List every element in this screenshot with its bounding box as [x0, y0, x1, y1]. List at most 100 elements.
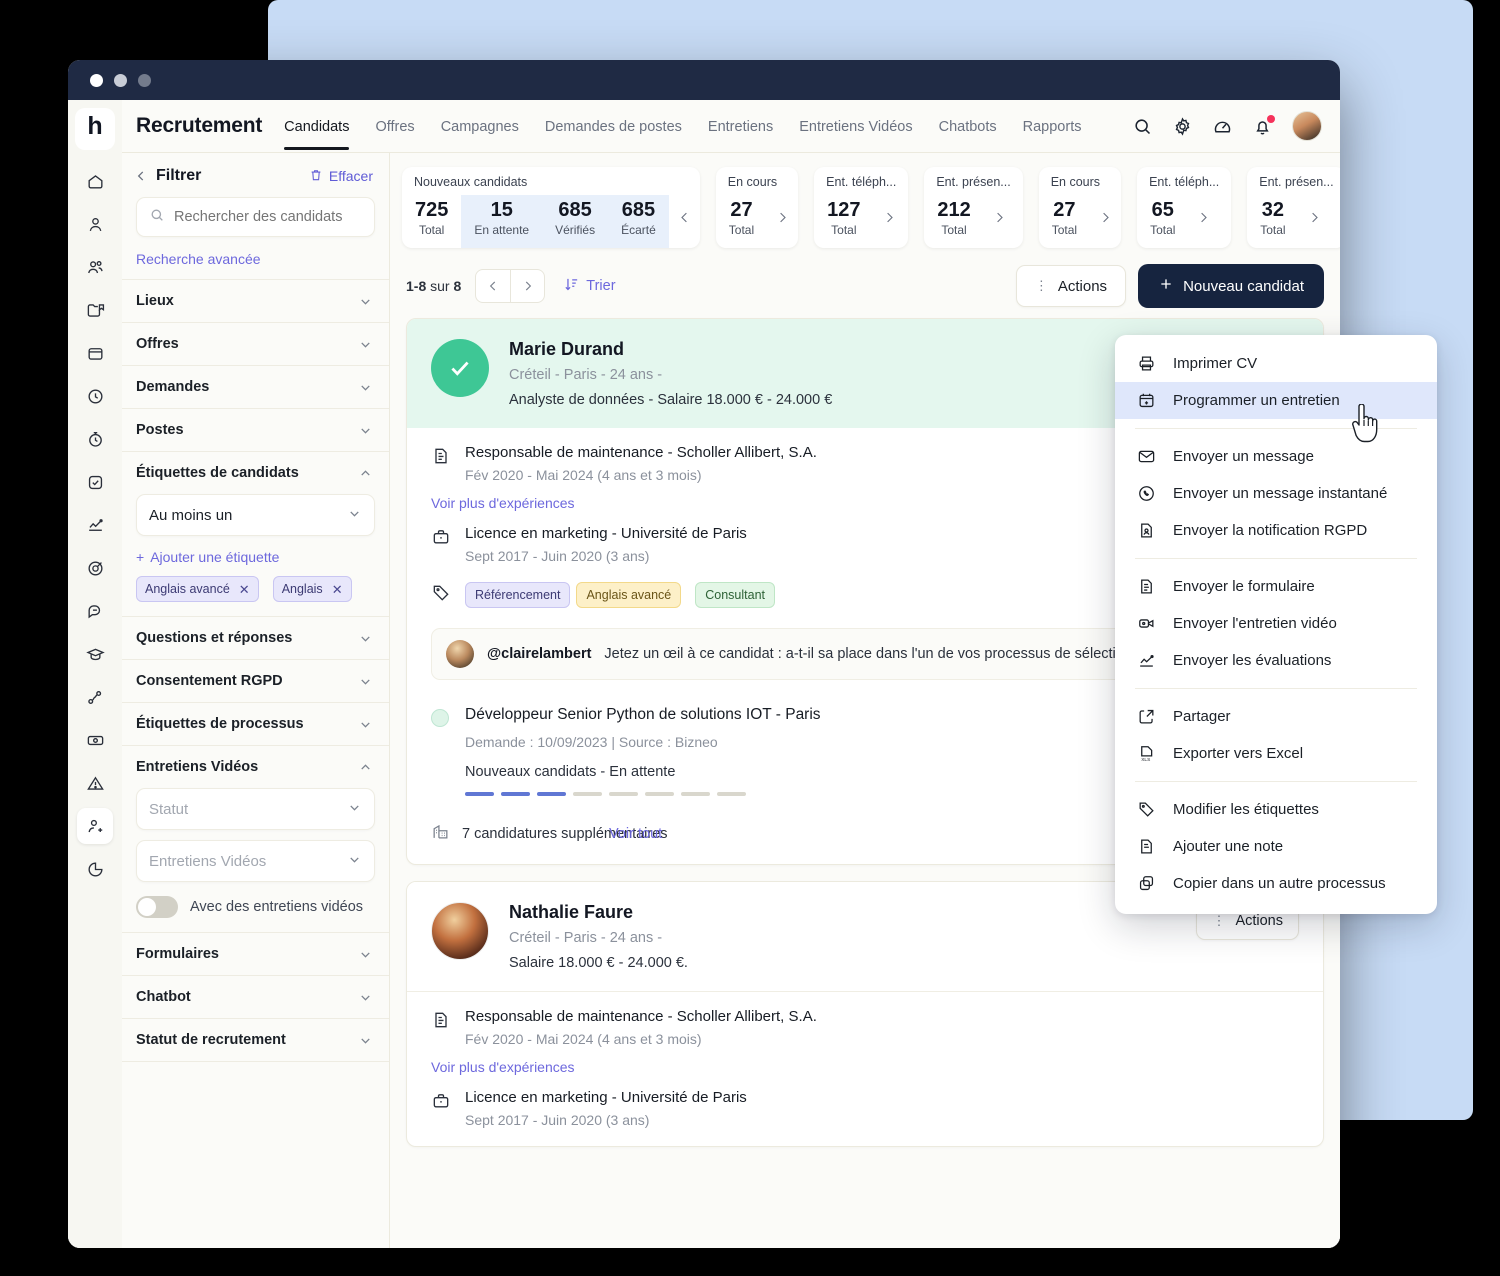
- filter-section-offres[interactable]: Offres: [122, 322, 389, 365]
- note-author[interactable]: @clairelambert: [487, 646, 591, 662]
- menu-item-ajouter-une-note[interactable]: Ajouter une note: [1115, 828, 1437, 865]
- tab-entretiens[interactable]: Entretiens: [708, 103, 773, 150]
- pie-chart-icon[interactable]: [77, 851, 113, 887]
- tag-match-select[interactable]: Au moins un: [136, 494, 375, 536]
- filter-section-consentement-rgpd[interactable]: Consentement RGPD: [122, 659, 389, 702]
- tag-chip[interactable]: Anglais avancé ✕: [136, 576, 259, 602]
- stat-card-en-cours-2[interactable]: En cours 27 Total: [1038, 167, 1122, 248]
- chevron-left-icon[interactable]: [669, 195, 700, 248]
- candidate-tag[interactable]: Anglais avancé: [576, 582, 682, 608]
- chart-line-icon[interactable]: [77, 507, 113, 543]
- menu-item-envoyer-un-message[interactable]: Envoyer un message: [1115, 438, 1437, 475]
- video-status-select[interactable]: Statut: [136, 788, 375, 830]
- timer-icon[interactable]: [77, 421, 113, 457]
- stat-cell[interactable]: 685 Écarté: [608, 195, 669, 248]
- menu-item-envoyer-un-message-instantane[interactable]: Envoyer un message instantané: [1115, 475, 1437, 512]
- stat-card-ent-telephonique-2[interactable]: Ent. téléph... 65 Total: [1137, 167, 1232, 248]
- close-icon[interactable]: ✕: [239, 583, 250, 596]
- window-maximize-dot[interactable]: [138, 73, 151, 87]
- window-minimize-dot[interactable]: [114, 73, 127, 87]
- stat-cell[interactable]: 32 Total: [1247, 195, 1298, 248]
- clear-filters-button[interactable]: Effacer: [309, 168, 373, 185]
- stat-cell[interactable]: 685 Vérifiés: [542, 195, 609, 248]
- filter-section-statut-recrutement[interactable]: Statut de recrutement: [122, 1018, 389, 1061]
- chevron-right-icon[interactable]: [1090, 195, 1121, 248]
- menu-item-copier-dans-un-autre-processus[interactable]: Copier dans un autre processus: [1115, 865, 1437, 902]
- advanced-search-link[interactable]: Recherche avancée: [122, 237, 389, 279]
- chevron-right-icon[interactable]: [874, 195, 905, 248]
- menu-item-partager[interactable]: Partager: [1115, 698, 1437, 735]
- stat-cell[interactable]: 65 Total: [1137, 195, 1188, 248]
- more-experiences-link[interactable]: Voir plus d'expériences: [431, 1059, 1299, 1075]
- filter-section-chatbot[interactable]: Chatbot: [122, 975, 389, 1018]
- speedometer-icon[interactable]: [1212, 116, 1233, 137]
- tab-demandes-de-postes[interactable]: Demandes de postes: [545, 103, 682, 150]
- menu-item-modifier-les-etiquettes[interactable]: Modifier les étiquettes: [1115, 791, 1437, 828]
- workflow-icon[interactable]: [77, 679, 113, 715]
- tab-rapports[interactable]: Rapports: [1023, 103, 1082, 150]
- sort-button[interactable]: Trier: [563, 276, 616, 297]
- filter-section-postes[interactable]: Postes: [122, 408, 389, 451]
- chevron-right-icon[interactable]: [767, 195, 798, 248]
- tab-offres[interactable]: Offres: [375, 103, 414, 150]
- stat-card-ent-telephonique-1[interactable]: Ent. téléph... 127 Total: [814, 167, 909, 248]
- menu-item-envoyer-la-notification-rgpd[interactable]: Envoyer la notification RGPD: [1115, 512, 1437, 549]
- stat-cell[interactable]: 212 Total: [924, 195, 983, 248]
- tag-chip[interactable]: Anglais ✕: [272, 576, 352, 602]
- application-title[interactable]: Développeur Senior Python de solutions I…: [465, 706, 1180, 724]
- search-icon[interactable]: [1132, 116, 1153, 137]
- search-input[interactable]: [174, 209, 362, 225]
- stat-cell[interactable]: 127 Total: [814, 195, 873, 248]
- tab-entretiens-videos[interactable]: Entretiens Vidéos: [799, 103, 912, 150]
- filter-section-etiquettes-processus[interactable]: Étiquettes de processus: [122, 702, 389, 745]
- menu-item-programmer-un-entretien[interactable]: Programmer un entretien: [1115, 382, 1437, 419]
- filter-section-formulaires[interactable]: Formulaires: [122, 932, 389, 975]
- user-icon[interactable]: [77, 206, 113, 242]
- search-candidates-box[interactable]: [136, 197, 375, 237]
- more-applications-link[interactable]: Voir tout: [609, 826, 662, 842]
- folder-icon[interactable]: [77, 292, 113, 328]
- stat-card-ent-presentiel-1[interactable]: Ent. présen... 212 Total: [924, 167, 1023, 248]
- alert-icon[interactable]: [77, 765, 113, 801]
- bell-icon[interactable]: [1252, 114, 1275, 137]
- menu-item-imprimer-cv[interactable]: Imprimer CV: [1115, 345, 1437, 382]
- menu-item-envoyer-le-formulaire[interactable]: Envoyer le formulaire: [1115, 568, 1437, 605]
- check-square-icon[interactable]: [77, 464, 113, 500]
- close-icon[interactable]: ✕: [332, 583, 343, 596]
- candidate-name[interactable]: Marie Durand: [509, 339, 832, 360]
- prev-page-button[interactable]: [476, 270, 510, 302]
- new-candidate-button[interactable]: Nouveau candidat: [1138, 264, 1324, 308]
- chevron-left-icon[interactable]: [134, 169, 148, 183]
- video-interviews-select[interactable]: Entretiens Vidéos: [136, 840, 375, 882]
- next-page-button[interactable]: [510, 270, 544, 302]
- chevron-right-icon[interactable]: [984, 195, 1015, 248]
- filter-section-header[interactable]: Entretiens Vidéos: [122, 746, 389, 788]
- with-video-interviews-toggle[interactable]: [136, 896, 178, 918]
- clock-icon[interactable]: [77, 378, 113, 414]
- money-icon[interactable]: [77, 722, 113, 758]
- menu-item-envoyer-les-evaluations[interactable]: Envoyer les évaluations: [1115, 642, 1437, 679]
- stat-cell[interactable]: 15 En attente: [461, 195, 543, 248]
- users-icon[interactable]: [77, 249, 113, 285]
- tab-candidats[interactable]: Candidats: [284, 103, 350, 150]
- stat-cell[interactable]: 27 Total: [716, 195, 767, 248]
- actions-button[interactable]: ⋮ Actions: [1015, 265, 1127, 307]
- candidate-name[interactable]: Nathalie Faure: [509, 902, 688, 923]
- filter-section-demandes[interactable]: Demandes: [122, 365, 389, 408]
- target-icon[interactable]: [77, 550, 113, 586]
- app-logo[interactable]: h: [75, 108, 115, 150]
- stat-card-ent-presentiel-2[interactable]: Ent. présen... 32 Total: [1247, 167, 1340, 248]
- menu-item-exporter-vers-excel[interactable]: XLS Exporter vers Excel: [1115, 735, 1437, 772]
- chat-icon[interactable]: [77, 593, 113, 629]
- filter-section-lieux[interactable]: Lieux: [122, 279, 389, 322]
- archive-icon[interactable]: [77, 335, 113, 371]
- graduation-cap-icon[interactable]: [77, 636, 113, 672]
- chevron-right-icon[interactable]: [1299, 195, 1330, 248]
- stat-cell[interactable]: 725 Total: [402, 195, 461, 248]
- candidate-tag[interactable]: Consultant: [695, 582, 776, 608]
- chevron-right-icon[interactable]: [1188, 195, 1219, 248]
- menu-item-envoyer-lentretien-video[interactable]: Envoyer l'entretien vidéo: [1115, 605, 1437, 642]
- gear-icon[interactable]: [1172, 116, 1193, 137]
- stat-card-nouveaux-candidats[interactable]: Nouveaux candidats 725 Total 15 En atten…: [402, 167, 700, 248]
- stat-card-en-cours-1[interactable]: En cours 27 Total: [715, 167, 799, 248]
